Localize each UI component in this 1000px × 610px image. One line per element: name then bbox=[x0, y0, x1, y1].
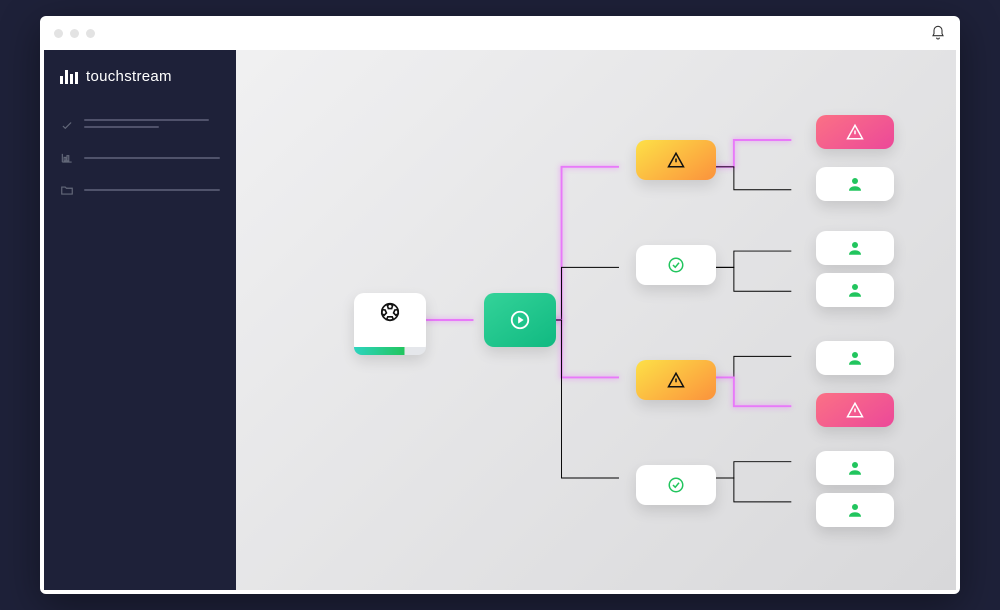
node-stream-1[interactable] bbox=[636, 140, 716, 180]
warning-icon bbox=[846, 123, 864, 141]
warning-icon bbox=[846, 401, 864, 419]
node-endpoint[interactable] bbox=[816, 341, 894, 375]
window-dot[interactable] bbox=[54, 29, 63, 38]
user-icon bbox=[846, 349, 864, 367]
nav-placeholder bbox=[84, 189, 220, 191]
warning-icon bbox=[667, 151, 685, 169]
app-frame: touchstream bbox=[44, 50, 956, 590]
nav-placeholder bbox=[84, 157, 220, 159]
brand-name: touchstream bbox=[86, 68, 172, 85]
window-controls[interactable] bbox=[54, 29, 95, 38]
source-progress bbox=[354, 347, 426, 355]
check-icon bbox=[60, 119, 74, 133]
node-stream-2[interactable] bbox=[636, 245, 716, 285]
user-icon bbox=[846, 281, 864, 299]
brand-logo[interactable]: touchstream bbox=[60, 68, 220, 85]
window-dot[interactable] bbox=[86, 29, 95, 38]
node-endpoint[interactable] bbox=[816, 167, 894, 201]
folder-icon bbox=[60, 183, 74, 197]
warning-icon bbox=[667, 371, 685, 389]
user-icon bbox=[846, 501, 864, 519]
check-circle-icon bbox=[667, 476, 685, 494]
titlebar bbox=[40, 16, 960, 50]
sidebar: touchstream bbox=[44, 50, 236, 590]
chart-icon bbox=[60, 151, 74, 165]
sidebar-item-files[interactable] bbox=[60, 183, 220, 197]
nav-placeholder bbox=[84, 119, 220, 133]
topology-canvas bbox=[236, 50, 956, 590]
window-dot[interactable] bbox=[70, 29, 79, 38]
soccer-icon bbox=[379, 301, 401, 323]
node-endpoint[interactable] bbox=[816, 493, 894, 527]
node-endpoint[interactable] bbox=[816, 451, 894, 485]
node-stream-4[interactable] bbox=[636, 465, 716, 505]
node-endpoint[interactable] bbox=[816, 231, 894, 265]
play-icon bbox=[509, 309, 531, 331]
node-source[interactable] bbox=[354, 293, 426, 355]
user-icon bbox=[846, 239, 864, 257]
sidebar-item-analytics[interactable] bbox=[60, 151, 220, 165]
node-endpoint[interactable] bbox=[816, 273, 894, 307]
user-icon bbox=[846, 175, 864, 193]
node-encoder[interactable] bbox=[484, 293, 556, 347]
logo-bars-icon bbox=[60, 70, 78, 84]
user-icon bbox=[846, 459, 864, 477]
node-endpoint[interactable] bbox=[816, 115, 894, 149]
browser-window: touchstream bbox=[40, 16, 960, 594]
sidebar-item-overview[interactable] bbox=[60, 119, 220, 133]
node-endpoint[interactable] bbox=[816, 393, 894, 427]
node-stream-3[interactable] bbox=[636, 360, 716, 400]
notifications-icon[interactable] bbox=[930, 25, 946, 41]
check-circle-icon bbox=[667, 256, 685, 274]
